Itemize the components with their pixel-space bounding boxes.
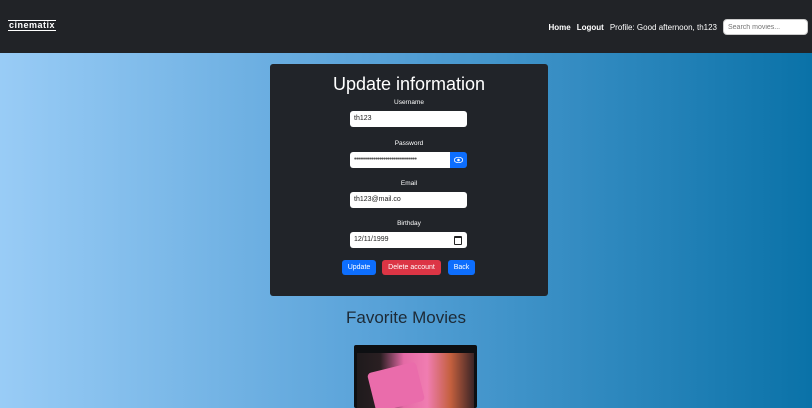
search-input[interactable] [723, 19, 808, 35]
calendar-icon[interactable] [454, 236, 462, 245]
favorite-movies-heading: Favorite Movies [346, 308, 466, 327]
update-button[interactable]: Update [342, 260, 376, 275]
username-label: Username [394, 99, 424, 106]
toggle-password-button[interactable] [450, 152, 467, 168]
email-label: Email [400, 180, 418, 187]
nav-right: Home Logout Profile: Good afternoon, th1… [548, 18, 808, 36]
profile-greeting[interactable]: Profile: Good afternoon, th123 [610, 23, 717, 32]
navbar: cinematix Home Logout Profile: Good afte… [0, 0, 812, 53]
birthday-field[interactable]: 12/11/1999 [350, 232, 467, 248]
poster-artwork [366, 361, 426, 408]
delete-account-button[interactable]: Delete account [382, 260, 441, 275]
back-button[interactable]: Back [448, 260, 475, 275]
cinematix-logo[interactable]: cinematix [8, 20, 57, 31]
username-field[interactable]: th123 [350, 111, 467, 127]
nav-logout-link[interactable]: Logout [577, 23, 604, 32]
birthday-label: Birthday [397, 220, 421, 227]
movie-poster[interactable] [354, 345, 477, 408]
nav-home-link[interactable]: Home [548, 23, 570, 32]
poster-image [357, 353, 474, 408]
form-title: Update information [332, 74, 486, 94]
email-field[interactable]: th123@mail.co [350, 192, 467, 208]
password-field[interactable]: •••••••••••••••••••••••••••••••• [350, 152, 450, 168]
password-label: Password [394, 140, 424, 147]
update-info-card: Update information Username th123 Passwo… [270, 64, 548, 296]
birthday-value: 12/11/1999 [354, 236, 389, 243]
eye-icon [454, 157, 463, 163]
